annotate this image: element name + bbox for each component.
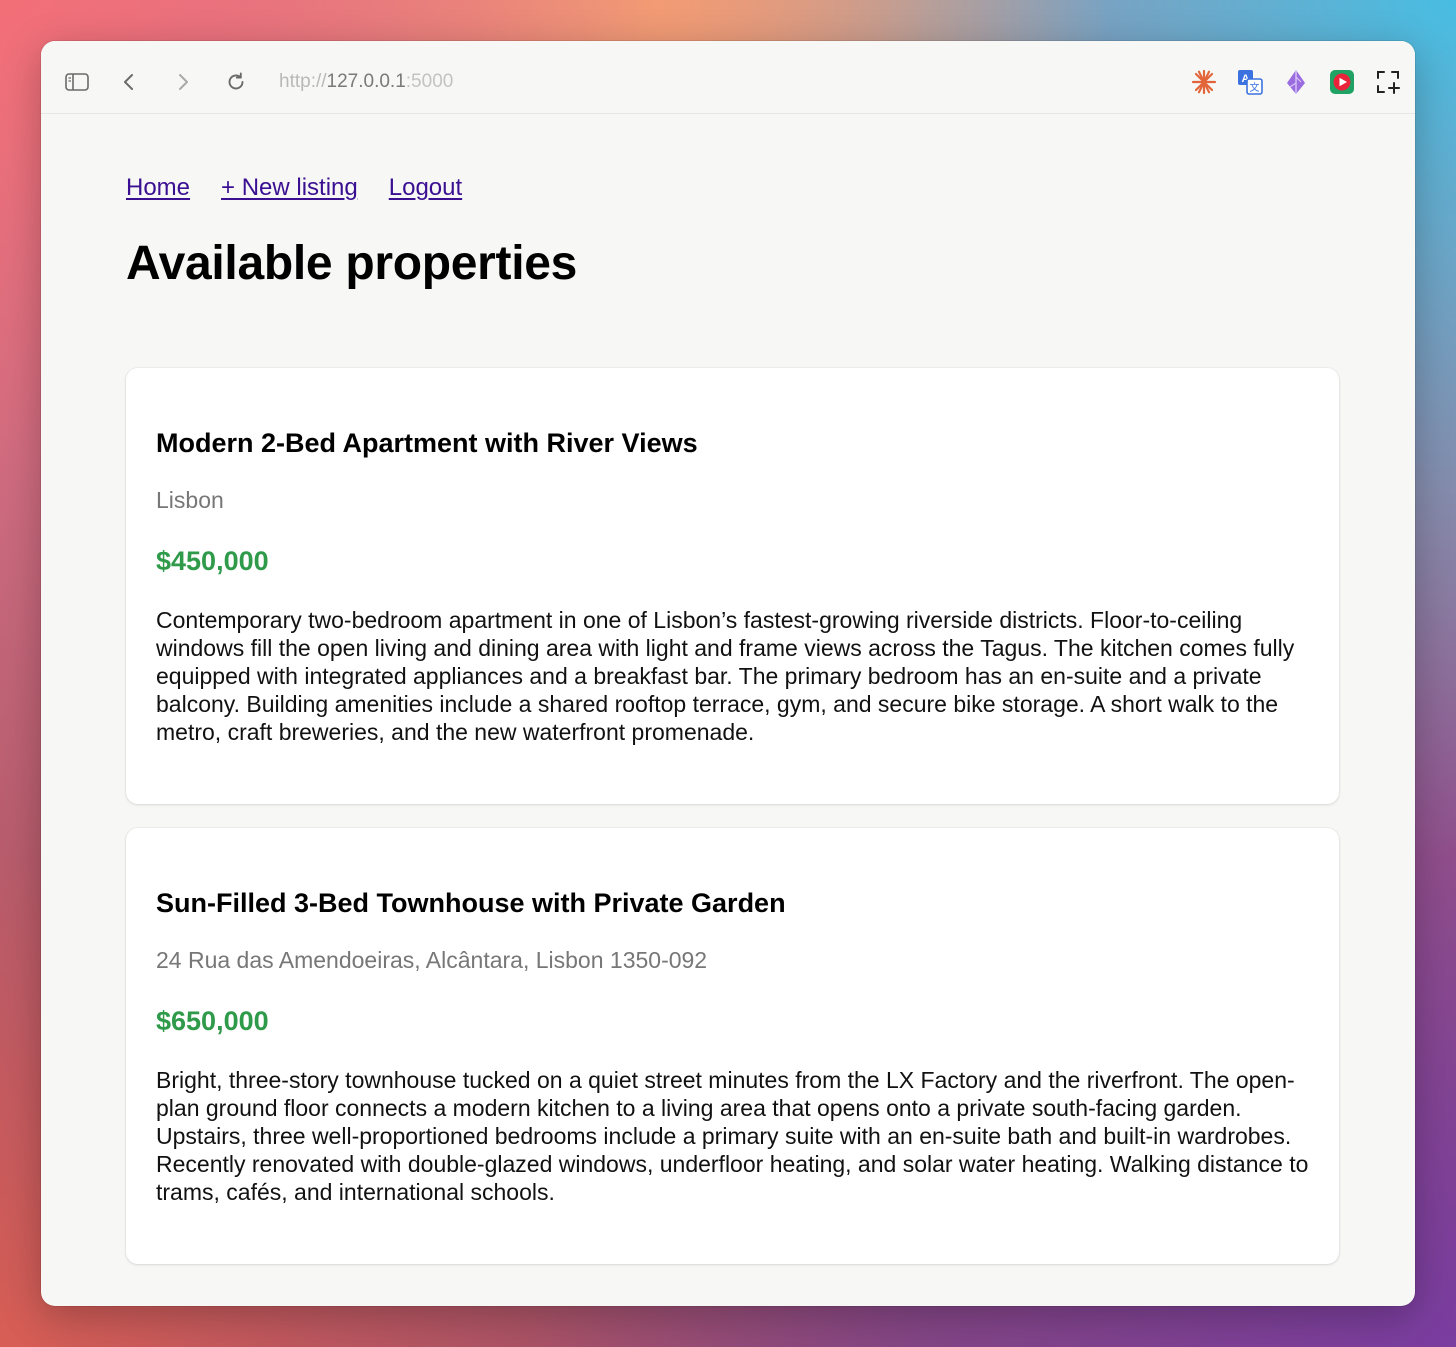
screenshot-add-icon[interactable] xyxy=(1374,68,1402,96)
translate-extension-icon[interactable]: A文 xyxy=(1236,68,1264,96)
sparkle-extension-icon[interactable] xyxy=(1190,68,1218,96)
listing-title: Modern 2-Bed Apartment with River Views xyxy=(156,428,698,458)
new-listing-link[interactable]: + New listing xyxy=(221,174,358,202)
address-bar[interactable]: http://127.0.0.1:5000 xyxy=(279,70,453,94)
back-icon[interactable] xyxy=(115,68,143,96)
listing-location: 24 Rua das Amendoeiras, Alcântara, Lisbo… xyxy=(156,947,708,973)
forward-icon[interactable] xyxy=(169,68,197,96)
listing-title: Sun-Filled 3-Bed Townhouse with Private … xyxy=(156,888,786,918)
sidebar-icon[interactable] xyxy=(63,68,91,96)
url-port: :5000 xyxy=(405,71,454,92)
listing-card: Modern 2-Bed Apartment with River Views … xyxy=(126,368,1339,804)
listing-description: Contemporary two-bedroom apartment in on… xyxy=(156,607,1295,745)
listing-location: Lisbon xyxy=(156,487,224,513)
browser-window: http://127.0.0.1:5000 A文 Home + New list… xyxy=(41,41,1415,1306)
page-title: Available properties xyxy=(126,237,578,290)
svg-text:文: 文 xyxy=(1250,81,1260,94)
home-link[interactable]: Home xyxy=(126,174,190,202)
listing-description: Bright, three-story townhouse tucked on … xyxy=(156,1067,1309,1205)
top-nav: Home + New listing Logout xyxy=(126,174,462,202)
url-host: 127.0.0.1 xyxy=(326,71,406,92)
url-scheme: http:// xyxy=(279,71,327,92)
logout-link[interactable]: Logout xyxy=(389,174,462,202)
reload-icon[interactable] xyxy=(222,68,250,96)
listing-price: $650,000 xyxy=(156,1006,269,1036)
feather-extension-icon[interactable] xyxy=(1282,68,1310,96)
play-extension-icon[interactable] xyxy=(1328,68,1356,96)
listing-price: $450,000 xyxy=(156,546,269,576)
listing-card: Sun-Filled 3-Bed Townhouse with Private … xyxy=(126,828,1339,1264)
browser-toolbar: http://127.0.0.1:5000 A文 xyxy=(41,41,1415,114)
